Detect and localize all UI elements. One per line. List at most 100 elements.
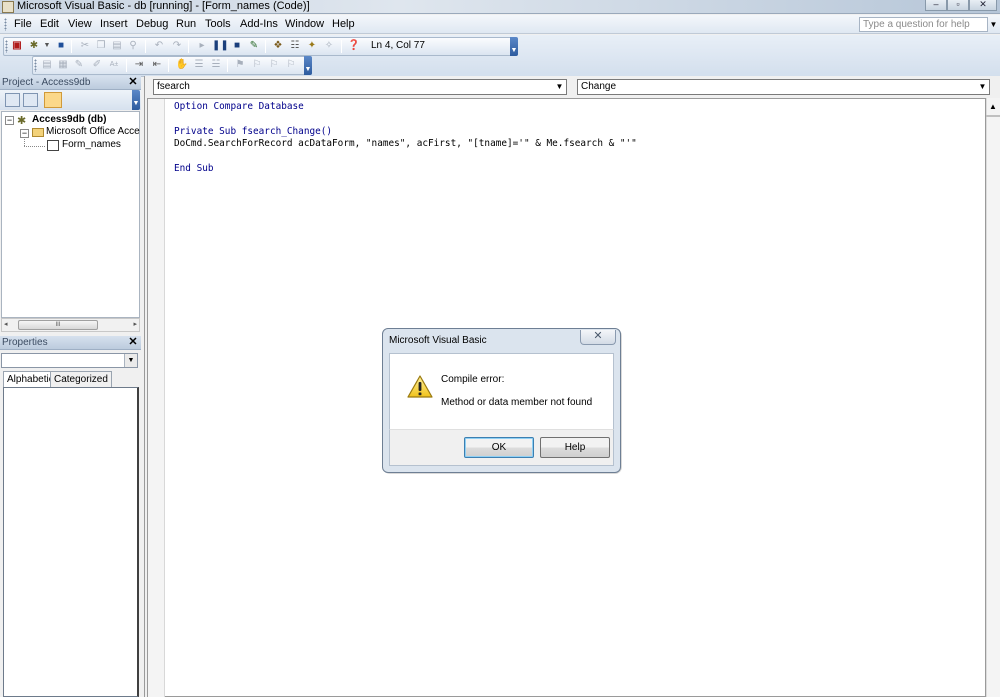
next-bookmark-icon[interactable]: ⚐ (250, 58, 264, 72)
view-code-icon[interactable] (5, 93, 20, 107)
menu-debug[interactable]: Debug (136, 17, 168, 32)
properties-list[interactable] (3, 387, 139, 697)
toolbar-options-icon[interactable]: ▼ (304, 56, 312, 75)
comment-block-icon[interactable]: ☰ (192, 58, 206, 72)
menu-run[interactable]: Run (176, 17, 196, 32)
close-button[interactable]: ✕ (969, 0, 997, 11)
properties-window-icon[interactable]: ☷ (288, 39, 302, 53)
toolbar-separator (227, 59, 228, 72)
view-access-icon[interactable]: ▣ (10, 39, 24, 53)
toolbar-grip[interactable] (5, 40, 8, 53)
toolbar-grip[interactable] (34, 59, 37, 72)
restore-button[interactable]: ▫ (947, 0, 969, 11)
parameter-info-icon[interactable]: ✐ (90, 58, 104, 72)
horizontal-scrollbar[interactable]: ◂ III ▸ (1, 318, 140, 332)
tab-categorized[interactable]: Categorized (50, 371, 112, 387)
help-search-dropdown-icon[interactable]: ▼ (988, 17, 999, 32)
close-icon[interactable]: ✕ (127, 77, 139, 89)
procedure-combo[interactable]: Change ▼ (577, 79, 990, 95)
minimize-button[interactable]: – (925, 0, 947, 11)
chevron-down-icon[interactable]: ▼ (977, 81, 988, 93)
code-line: DoCmd.SearchForRecord acDataForm, "names… (174, 138, 637, 149)
clear-bookmarks-icon[interactable]: ⚐ (284, 58, 298, 72)
view-object-icon[interactable] (23, 93, 38, 107)
insert-dropdown-icon[interactable]: ▼ (40, 39, 54, 53)
object-select[interactable]: ▼ (1, 353, 138, 368)
menu-grip[interactable] (4, 18, 7, 31)
toolbar-separator (265, 40, 266, 53)
menu-addins[interactable]: Add-Ins (240, 17, 278, 32)
toolbox-icon[interactable]: ✧ (322, 39, 336, 53)
procedure-combo-value: Change (581, 81, 617, 92)
warning-icon (407, 375, 433, 399)
form-icon (47, 140, 59, 151)
object-combo[interactable]: fsearch ▼ (153, 79, 567, 95)
cut-icon[interactable]: ✂ (78, 39, 92, 53)
toggle-folders-icon[interactable] (44, 92, 62, 108)
insert-module-icon[interactable]: ✱ (27, 39, 41, 53)
redo-icon[interactable]: ↷ (170, 39, 184, 53)
scroll-thumb[interactable]: III (18, 320, 98, 330)
design-mode-icon[interactable]: ✎ (247, 39, 261, 53)
tree-item-form-names[interactable]: Form_names (62, 139, 121, 151)
toggle-bookmark-icon[interactable]: ⚑ (233, 58, 247, 72)
chevron-down-icon[interactable]: ▼ (124, 354, 137, 367)
indent-icon[interactable]: ⇥ (132, 58, 146, 72)
code-line: Private Sub fsearch_Change() (174, 126, 333, 137)
undo-icon[interactable]: ↶ (152, 39, 166, 53)
list-properties-icon[interactable]: ▤ (40, 58, 54, 72)
pane-options-icon[interactable]: ▼ (132, 90, 140, 110)
project-explorer-title: Project - Access9db (0, 76, 141, 90)
quick-info-icon[interactable]: ✎ (72, 58, 86, 72)
menu-edit[interactable]: Edit (40, 17, 59, 32)
tree-line (24, 139, 25, 146)
list-constants-icon[interactable]: ▦ (56, 58, 70, 72)
project-explorer-icon[interactable]: ❖ (271, 39, 285, 53)
save-icon[interactable]: ■ (54, 39, 68, 53)
menu-tools[interactable]: Tools (205, 17, 231, 32)
scroll-right-icon[interactable]: ▸ (133, 320, 137, 328)
project-icon: ✱ (17, 115, 27, 127)
split-bar[interactable] (986, 115, 1000, 117)
menu-window[interactable]: Window (285, 17, 324, 32)
code-line: Option Compare Database (174, 101, 304, 112)
help-icon[interactable]: ❓ (347, 39, 361, 53)
folder-icon (32, 128, 44, 137)
vertical-scrollbar[interactable] (986, 98, 1000, 697)
tree-item-folder[interactable]: Microsoft Office Access Class Objects (46, 126, 140, 138)
help-button[interactable]: Help (540, 437, 610, 458)
window-title: Microsoft Visual Basic - db [running] - … (17, 0, 310, 12)
toolbar-options-icon[interactable]: ▼ (510, 37, 518, 56)
previous-bookmark-icon[interactable]: ⚐ (267, 58, 281, 72)
code-line: End Sub (174, 163, 214, 174)
copy-icon[interactable]: ❐ (94, 39, 108, 53)
dialog-close-button[interactable]: ✕ (580, 330, 616, 345)
object-browser-icon[interactable]: ✦ (305, 39, 319, 53)
uncomment-block-icon[interactable]: ☱ (209, 58, 223, 72)
run-icon[interactable]: ▸ (195, 39, 209, 53)
dialog-title: Microsoft Visual Basic (389, 335, 487, 346)
outdent-icon[interactable]: ⇤ (150, 58, 164, 72)
menu-view[interactable]: View (68, 17, 92, 32)
find-icon[interactable]: ⚲ (126, 39, 140, 53)
ok-button[interactable]: OK (464, 437, 534, 458)
margin-indicator-bar[interactable] (148, 99, 165, 697)
dialog-heading: Compile error: (441, 374, 505, 385)
chevron-down-icon[interactable]: ▼ (554, 81, 565, 93)
close-icon[interactable]: ✕ (127, 337, 139, 349)
collapse-icon[interactable]: − (5, 116, 14, 125)
scroll-left-icon[interactable]: ◂ (4, 320, 8, 328)
toolbar-separator (145, 40, 146, 53)
help-search-input[interactable]: Type a question for help (859, 17, 988, 32)
paste-icon[interactable]: ▤ (110, 39, 124, 53)
scroll-up-icon[interactable]: ▲ (987, 100, 999, 113)
break-icon[interactable]: ❚❚ (212, 39, 229, 53)
menu-insert[interactable]: Insert (100, 17, 128, 32)
reset-icon[interactable]: ■ (230, 39, 244, 53)
menu-file[interactable]: File (14, 17, 32, 32)
menu-help[interactable]: Help (332, 17, 355, 32)
toggle-breakpoint-icon[interactable]: ✋ (175, 58, 189, 72)
complete-word-icon[interactable]: A± (107, 58, 121, 72)
collapse-icon[interactable]: − (20, 129, 29, 138)
tree-item-project[interactable]: Access9db (db) (32, 114, 106, 126)
